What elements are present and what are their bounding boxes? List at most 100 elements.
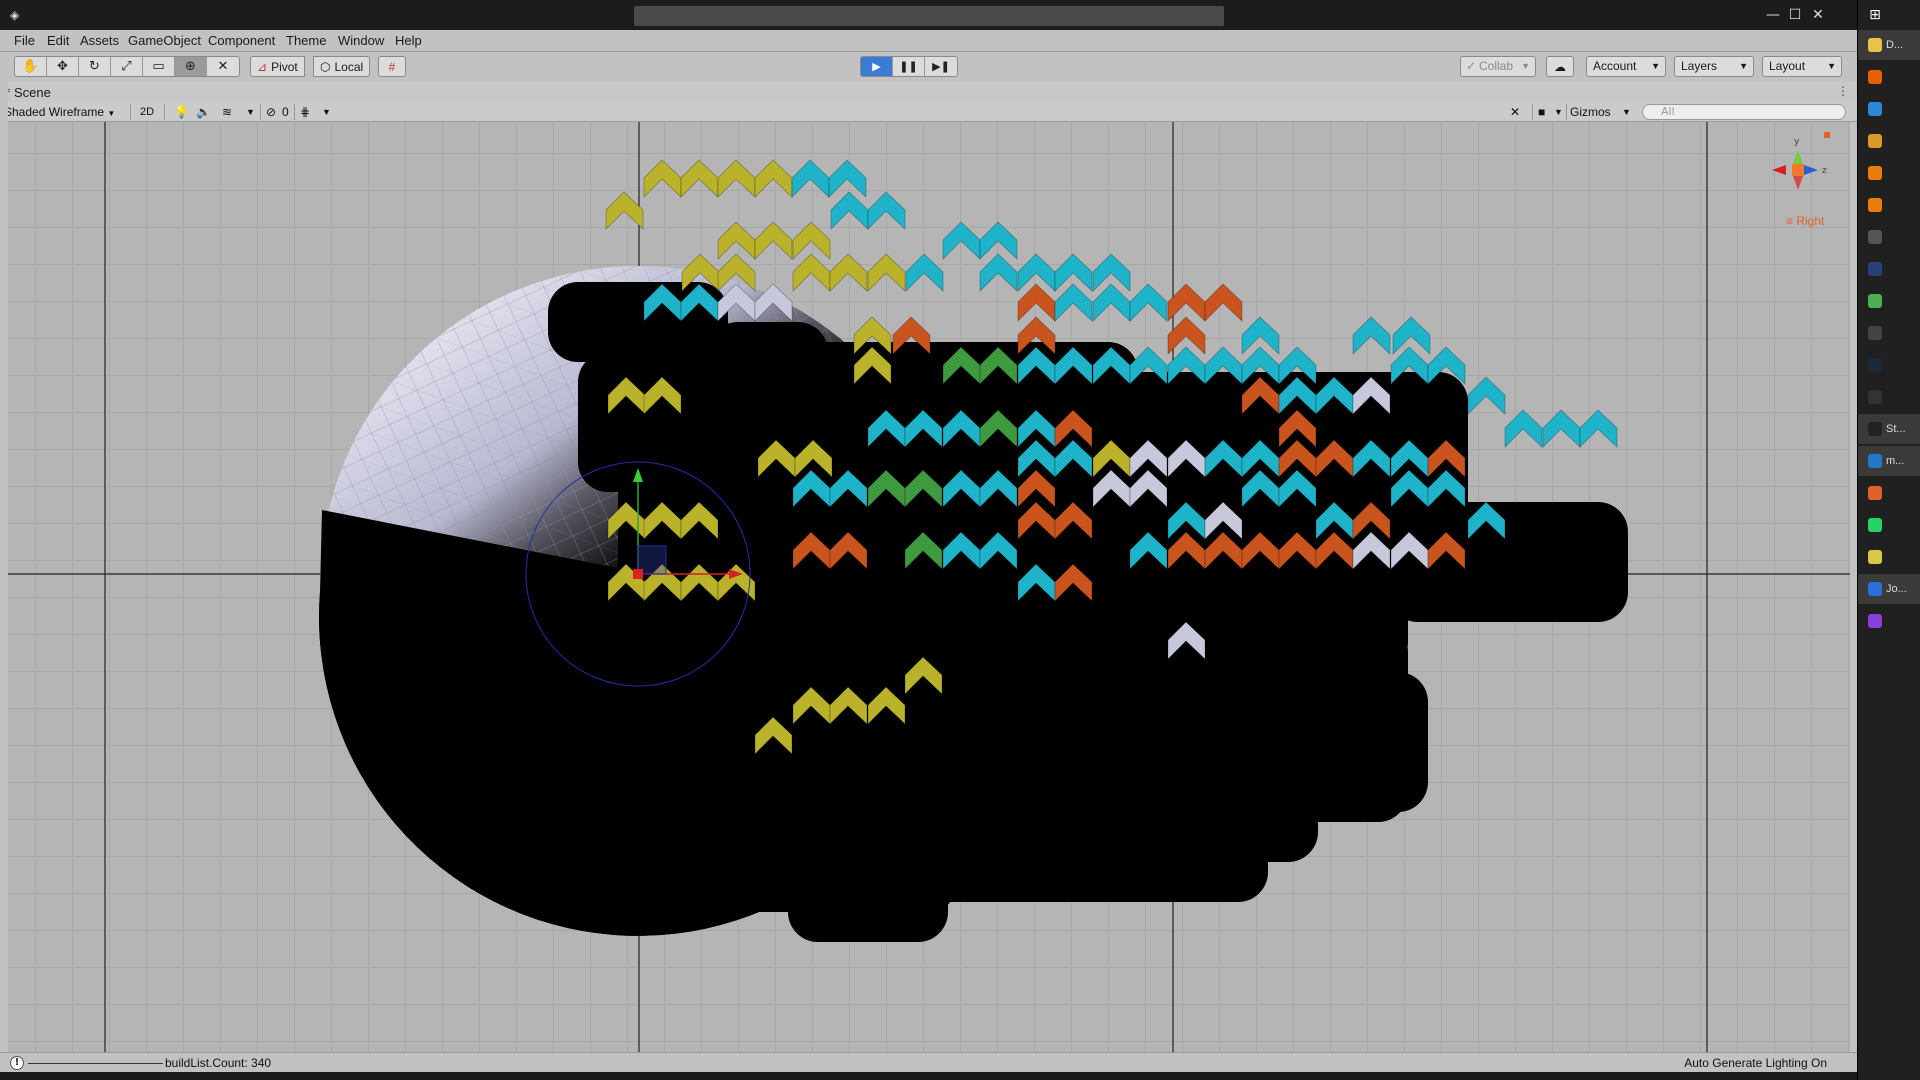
voxel-tile (942, 221, 981, 260)
taskbar-item[interactable] (1858, 510, 1920, 540)
taskbar-item[interactable]: St... (1858, 414, 1920, 444)
taskbar-item-label: D... (1886, 39, 1904, 51)
camera-icon[interactable]: ■ (1538, 103, 1545, 121)
start-button[interactable]: ⊞ (1858, 0, 1920, 30)
gizmos-dropdown[interactable]: Gizmos (1570, 103, 1611, 121)
whatsapp-icon (1868, 518, 1882, 532)
scene-viewport[interactable]: y z ≡ Right (8, 122, 1850, 1052)
voxel-tile (830, 191, 869, 230)
status-bar: ! buildList.Count: 340 Auto Generate Lig… (0, 1052, 1857, 1072)
sync-icon (1868, 230, 1882, 244)
voxel-tile (643, 159, 682, 198)
chevron-down-icon: ▼ (1827, 61, 1836, 71)
taskbar-item[interactable] (1858, 382, 1920, 412)
taskbar-item[interactable] (1858, 350, 1920, 380)
console-message[interactable]: buildList.Count: 340 (28, 1056, 271, 1070)
scene-search-input[interactable]: All (1642, 104, 1846, 120)
chevron-down-icon[interactable]: ▼ (322, 103, 331, 121)
tab-scene[interactable]: Scene (14, 85, 51, 100)
menu-component[interactable]: Component (208, 33, 275, 48)
taskbar-item[interactable] (1858, 478, 1920, 508)
menu-help[interactable]: Help (395, 33, 422, 48)
pause-icon[interactable]: ❚❚ (893, 57, 925, 76)
local-button[interactable]: ⬡ Local (313, 56, 371, 77)
info-icon[interactable]: ! (10, 1056, 24, 1070)
rotate-tool-icon[interactable]: ↻ (79, 57, 111, 76)
taskbar-item[interactable] (1858, 190, 1920, 220)
chevron-down-icon[interactable]: ▼ (1622, 103, 1631, 121)
taskbar-item[interactable] (1858, 542, 1920, 572)
step-icon[interactable]: ▶❚ (925, 57, 957, 76)
chevron-down-icon: ▼ (1651, 61, 1660, 71)
svg-text:z: z (1822, 166, 1827, 176)
taskbar-item[interactable] (1858, 606, 1920, 636)
taskbar-item[interactable] (1858, 286, 1920, 316)
tools-icon[interactable]: ✕ (1510, 103, 1520, 121)
taskbar-item[interactable] (1858, 222, 1920, 252)
scene-geometry: y z (8, 122, 1850, 1052)
minimize-button[interactable]: — (1761, 4, 1785, 26)
hidden-objects-icon[interactable]: ⊘ (266, 103, 276, 121)
notepad-icon (1868, 550, 1882, 564)
layout-dropdown[interactable]: Layout ▼ (1762, 56, 1842, 77)
voxel-tile (828, 159, 867, 198)
taskbar-item[interactable]: D... (1858, 30, 1920, 60)
cloud-button[interactable]: ☁ (1546, 56, 1574, 77)
chevron-down-icon[interactable]: ▼ (246, 103, 255, 121)
grid-snap-button[interactable]: # (378, 56, 406, 77)
maximize-button[interactable]: ☐ (1783, 4, 1807, 26)
grid-icon[interactable]: ⋕ (300, 103, 310, 121)
2d-toggle[interactable]: 2D (140, 103, 154, 121)
voxel-tile (867, 191, 906, 230)
local-icon: ⬡ (320, 59, 331, 74)
rect-tool-icon[interactable]: ▭ (143, 57, 175, 76)
effects-icon[interactable]: ≋ (222, 103, 232, 121)
pivot-button[interactable]: ⊿ Pivot (250, 56, 305, 77)
layers-dropdown[interactable]: Layers ▼ (1674, 56, 1754, 77)
vscode-icon (1868, 454, 1882, 468)
check-icon: ✓ (1466, 59, 1477, 73)
taskbar-item[interactable] (1858, 158, 1920, 188)
hand-tool-icon[interactable]: ✋ (15, 57, 47, 76)
voxel-tile (605, 191, 644, 230)
taskbar-item[interactable] (1858, 254, 1920, 284)
scene-toolbar: Shaded Wireframe ▼ 2D 💡 🔈 ≋ ▼ ⊘ 0 ⋕ ▼ ✕ … (0, 102, 1857, 122)
custom-tool-icon[interactable]: ✕ (207, 57, 239, 76)
title-bar: ◈ — ☐ ✕ (0, 0, 1857, 30)
orientation-gizmo: y z (1772, 132, 1830, 190)
menu-gameobject[interactable]: GameObject (128, 33, 201, 48)
taskbar-item[interactable]: Jo... (1858, 574, 1920, 604)
audio-icon[interactable]: 🔈 (196, 103, 211, 121)
taskbar-item[interactable] (1858, 318, 1920, 348)
taskbar-item-label: St... (1886, 423, 1906, 435)
taskbar-item[interactable] (1858, 62, 1920, 92)
lighting-status[interactable]: Auto Generate Lighting On (1684, 1056, 1827, 1070)
chevron-down-icon[interactable]: ▼ (1554, 103, 1563, 121)
menu-theme[interactable]: Theme (286, 33, 326, 48)
taskbar-item-label: Jo... (1886, 583, 1907, 595)
scale-tool-icon[interactable]: ⤢ (111, 57, 143, 76)
account-dropdown[interactable]: Account ▼ (1586, 56, 1666, 77)
menu-assets[interactable]: Assets (80, 33, 119, 48)
draw-mode-dropdown[interactable]: Shaded Wireframe ▼ (4, 103, 128, 121)
voxel-tile (1542, 409, 1581, 448)
unity-logo-icon: ◈ (10, 8, 20, 22)
voxel-tile (1467, 376, 1506, 415)
taskbar-item[interactable]: m... (1858, 446, 1920, 476)
edit-icon (1868, 134, 1882, 148)
menu-file[interactable]: File (14, 33, 35, 48)
more-options-icon[interactable]: ⋮ (1837, 84, 1849, 98)
lighting-icon[interactable]: 💡 (174, 103, 189, 121)
play-icon[interactable]: ▶ (861, 57, 893, 76)
taskbar-item[interactable] (1858, 94, 1920, 124)
menu-edit[interactable]: Edit (47, 33, 69, 48)
pivot-icon: ⊿ (257, 59, 268, 74)
voxel-tile (1092, 283, 1131, 322)
menu-window[interactable]: Window (338, 33, 384, 48)
transform-tool-icon[interactable]: ⊕ (175, 57, 207, 76)
collab-dropdown[interactable]: ✓ Collab ▼ (1460, 56, 1536, 77)
move-tool-icon[interactable]: ✥ (47, 57, 79, 76)
taskbar-item[interactable] (1858, 126, 1920, 156)
close-button[interactable]: ✕ (1806, 4, 1830, 26)
view-orientation-label[interactable]: ≡ Right (1786, 214, 1824, 228)
